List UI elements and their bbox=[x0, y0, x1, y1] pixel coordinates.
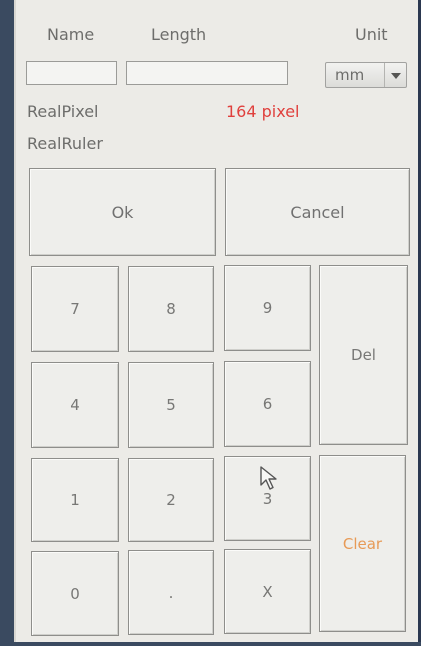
key-5-button[interactable]: 5 bbox=[128, 362, 214, 448]
unit-label: Unit bbox=[355, 25, 388, 44]
length-label: Length bbox=[151, 25, 207, 44]
key-7-button[interactable]: 7 bbox=[31, 266, 119, 352]
key-4-button[interactable]: 4 bbox=[31, 362, 119, 448]
key-0-button[interactable]: 0 bbox=[31, 551, 119, 636]
cancel-button[interactable]: Cancel bbox=[225, 168, 410, 256]
ok-button[interactable]: Ok bbox=[29, 168, 216, 256]
real-ruler-label: RealRuler bbox=[27, 134, 103, 153]
measure-dialog: Name Length Unit mm RealPixel 164 pixel … bbox=[14, 0, 421, 642]
unit-select-value: mm bbox=[335, 66, 365, 84]
real-pixel-value: 164 pixel bbox=[226, 102, 300, 121]
key-8-button[interactable]: 8 bbox=[128, 266, 214, 352]
length-input[interactable] bbox=[126, 61, 288, 85]
clear-button[interactable]: Clear bbox=[319, 455, 406, 632]
key-x-button[interactable]: X bbox=[224, 549, 311, 634]
key-2-button[interactable]: 2 bbox=[128, 458, 214, 542]
key-6-button[interactable]: 6 bbox=[224, 361, 311, 447]
key-dot-button[interactable]: . bbox=[128, 550, 214, 635]
mouse-cursor-icon bbox=[260, 466, 277, 490]
unit-select[interactable]: mm bbox=[325, 62, 407, 88]
chevron-down-icon[interactable] bbox=[384, 63, 406, 87]
name-label: Name bbox=[47, 25, 95, 44]
real-pixel-label: RealPixel bbox=[27, 102, 99, 121]
key-9-button[interactable]: 9 bbox=[224, 265, 311, 351]
name-input[interactable] bbox=[26, 61, 117, 85]
del-button[interactable]: Del bbox=[319, 265, 408, 445]
key-1-button[interactable]: 1 bbox=[31, 458, 119, 542]
